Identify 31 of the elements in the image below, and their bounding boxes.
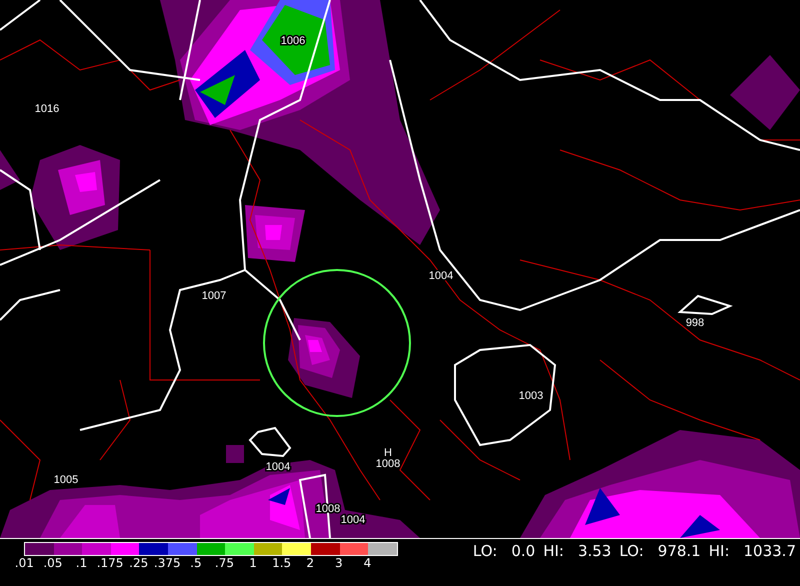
pressure-label: 1004 — [266, 461, 290, 473]
stat-label: HI: — [543, 542, 564, 560]
stat-value: 0.0 — [511, 542, 536, 560]
scale-label: .375 — [152, 556, 182, 570]
pressure-label: 1004 — [340, 514, 366, 526]
scale-label: .1 — [74, 556, 88, 570]
pressure-label: 998 — [686, 317, 704, 329]
stat-label: LO: — [472, 542, 498, 560]
pressure-label: H — [384, 447, 392, 459]
stat-value: 3.53 — [578, 542, 612, 560]
scale-label: .75 — [214, 556, 235, 570]
pressure-label: 1003 — [518, 390, 544, 402]
stat-value: 978.1 — [658, 542, 701, 560]
scale-label: 3 — [334, 556, 344, 570]
stat-label: LO: — [619, 542, 644, 560]
pressure-label: 1005 — [54, 474, 78, 486]
scale-label: 1 — [248, 556, 258, 570]
scale-label: .5 — [189, 556, 203, 570]
scale-label: .25 — [128, 556, 150, 570]
scale-label: .01 — [14, 556, 35, 570]
scale-label: 4 — [362, 556, 372, 570]
stat-label: HI: — [708, 542, 730, 560]
scale-label: 1.5 — [271, 556, 292, 570]
pressure-label: 1016 — [34, 103, 60, 115]
pressure-label: 1007 — [202, 290, 226, 302]
scale-label: .05 — [42, 556, 64, 570]
scale-label: 2 — [305, 556, 316, 570]
pressure-label: 1008 — [376, 458, 400, 470]
pressure-label: 1006 — [280, 35, 306, 47]
stat-value: 1033.7 — [744, 542, 796, 560]
scale-label: .175 — [96, 556, 124, 570]
